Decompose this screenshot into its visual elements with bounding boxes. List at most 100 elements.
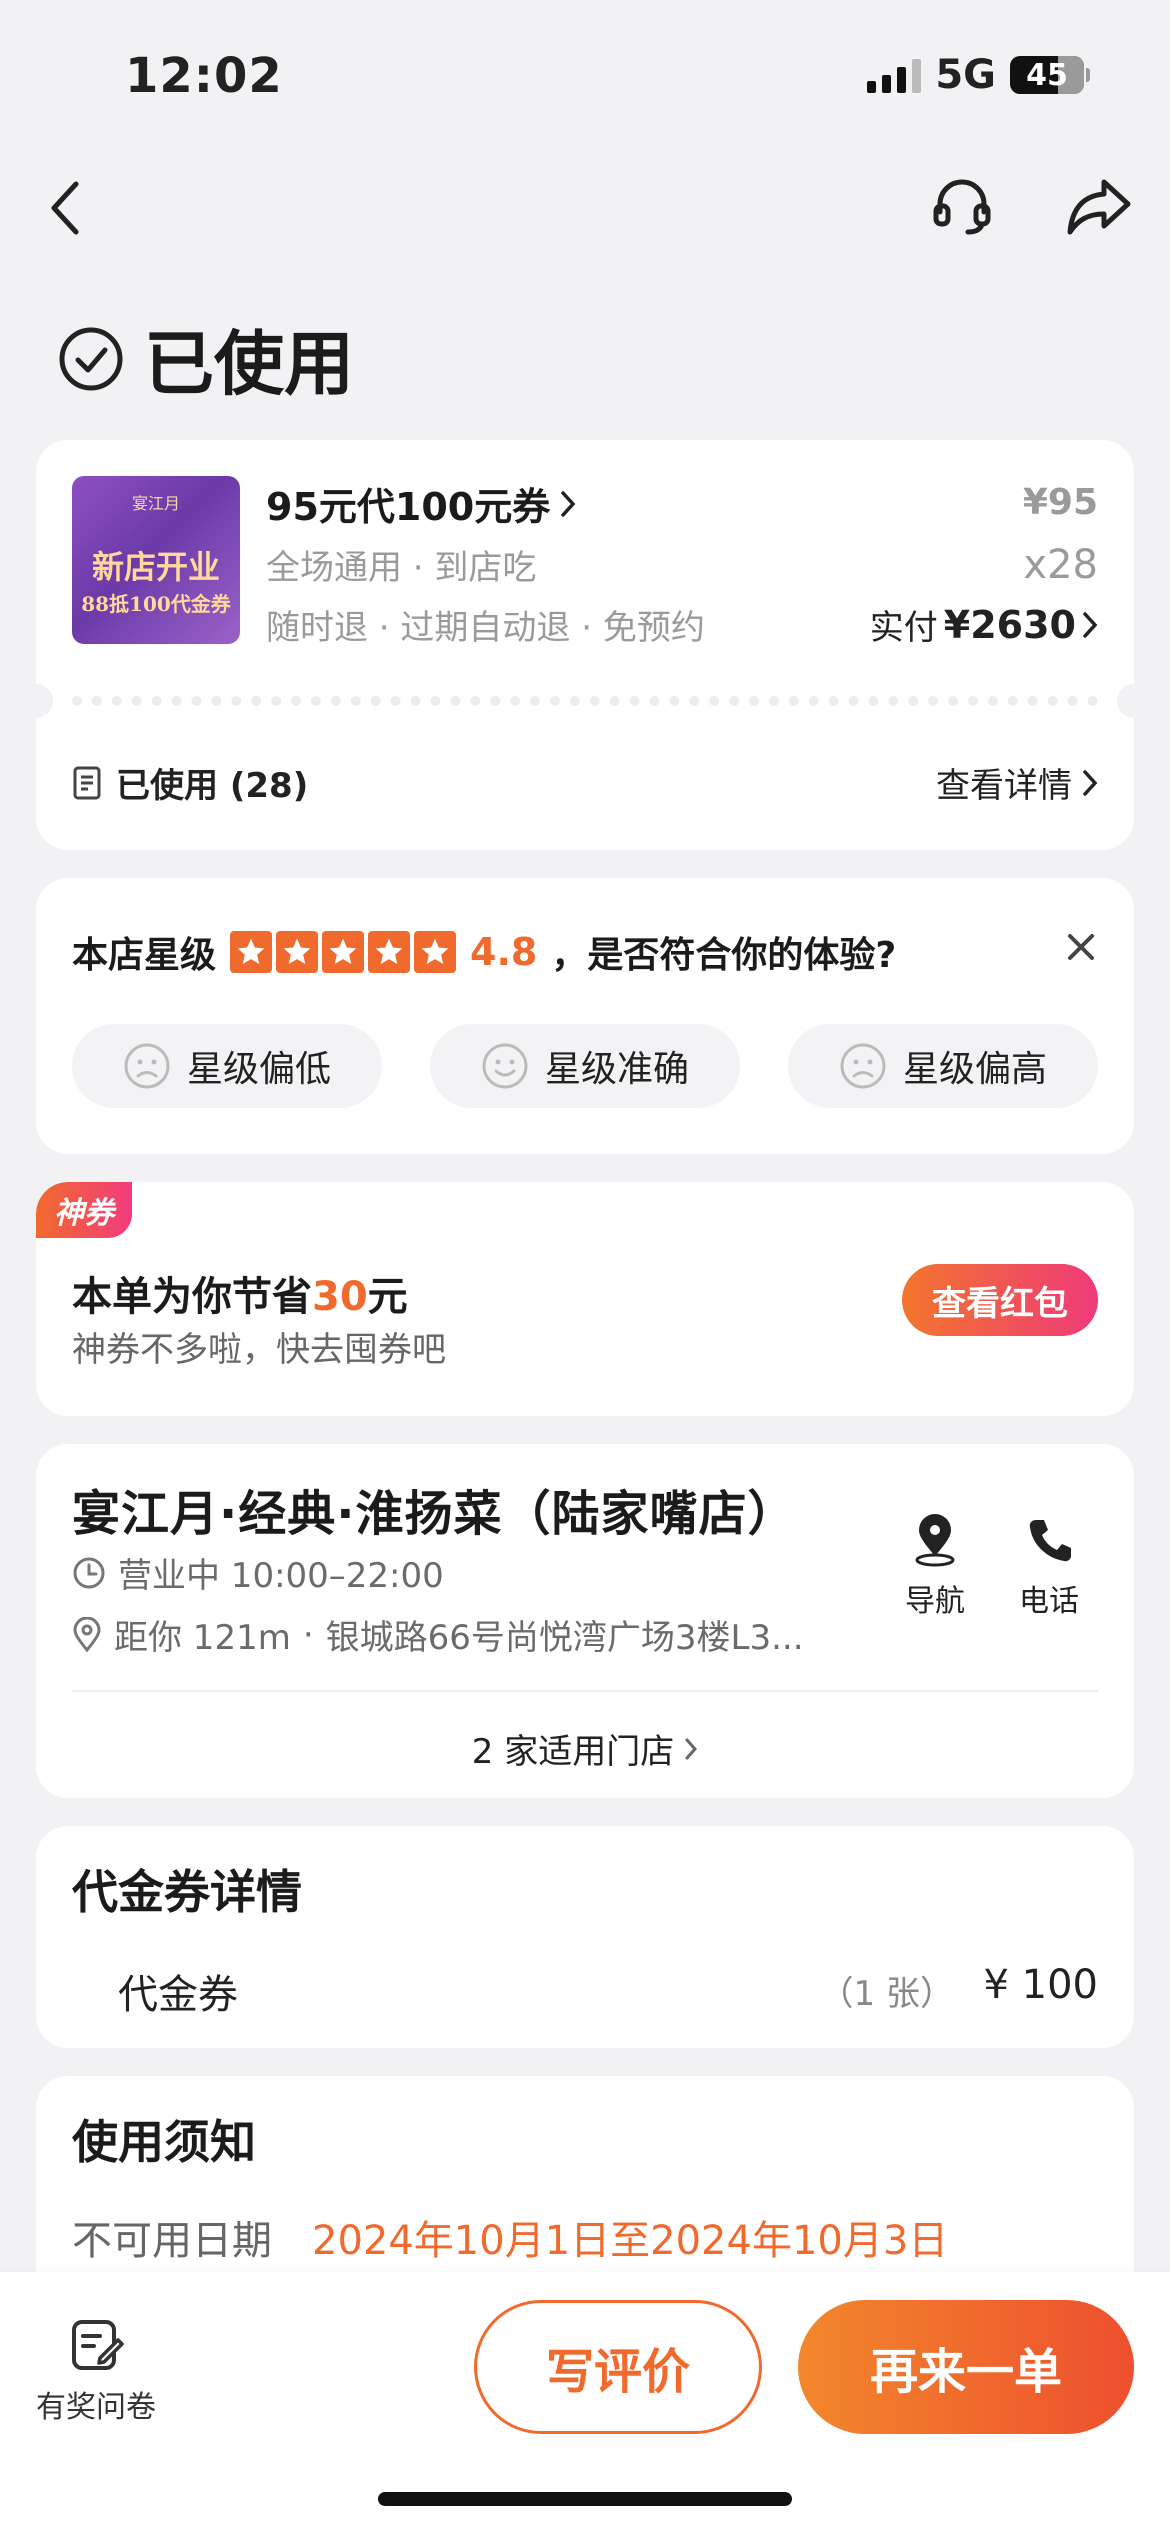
- survey-icon: [72, 2320, 124, 2370]
- voucher-item-value: ¥ 100: [983, 1962, 1098, 2008]
- savings-prefix: 本单为你节省: [72, 1274, 312, 1320]
- voucher-item-name: 代金券: [118, 1972, 238, 2018]
- store-card: 宴江月·经典·淮扬菜（陆家嘴店） 营业中 10:00–22:00 距你 121m…: [36, 1444, 1134, 1798]
- promo-subtitle: 神券不多啦，快去囤券吧: [72, 1330, 446, 1370]
- check-circle-icon: [59, 327, 123, 390]
- status-time: 12:02: [125, 48, 283, 104]
- navigation-icon: [915, 1514, 955, 1567]
- coupon-name-text: 95元代100元券: [266, 485, 551, 529]
- rating-card: 本店星级 4.8 ，是否符合你的体验? 星级偏低 星级准确 星级偏高: [36, 878, 1134, 1154]
- happy-face-icon: [482, 1043, 528, 1089]
- rating-high-button[interactable]: 星级偏高: [788, 1024, 1098, 1108]
- phone-icon: [1029, 1520, 1071, 1562]
- home-indicator: [378, 2492, 792, 2506]
- rating-accurate-button[interactable]: 星级准确: [430, 1024, 740, 1108]
- call-label: 电话: [1019, 1584, 1079, 1619]
- star-icon: [322, 931, 365, 973]
- unavailable-dates-label: 不可用日期: [72, 2218, 272, 2264]
- chevron-right-icon: [1083, 611, 1098, 638]
- rating-score: 4.8: [470, 930, 538, 974]
- coupon-image-brand: 宴江月: [131, 494, 180, 513]
- unavailable-dates: 2024年10月1日至2024年10月3日: [312, 2218, 949, 2264]
- voucher-detail-title: 代金券详情: [72, 1865, 302, 1919]
- coupon-tag: 神券: [36, 1182, 132, 1238]
- battery-level: 45: [1026, 57, 1068, 93]
- rating-high-label: 星级偏高: [902, 1049, 1047, 1090]
- store-hours-row: 营业中 10:00–22:00: [72, 1548, 444, 1597]
- rating-label: 本店星级: [72, 935, 217, 976]
- used-count: 已使用 (28): [116, 766, 309, 806]
- savings-amount: 30: [312, 1274, 368, 1320]
- rating-low-button[interactable]: 星级偏低: [72, 1024, 382, 1108]
- unit-price: ¥95: [1022, 482, 1098, 523]
- signal-icon: [867, 57, 922, 93]
- navigate-button[interactable]: 导航: [890, 1514, 980, 1620]
- coupon-image[interactable]: 宴江月 新店开业 88抵100代金券: [72, 476, 240, 644]
- rating-accurate-label: 星级准确: [544, 1049, 689, 1090]
- coupon-image-sub: 88抵100代金券: [81, 592, 231, 616]
- order-card: 宴江月 新店开业 88抵100代金券 95元代100元券 全场通用 · 到店吃 …: [19, 440, 1151, 850]
- store-name[interactable]: 宴江月·经典·淮扬菜（陆家嘴店）: [72, 1474, 796, 1544]
- promo-card: 神券 本单为你节省30元 神券不多啦，快去囤券吧 查看红包: [36, 1182, 1134, 1416]
- applicable-stores-text: 2 家适用门店: [471, 1732, 675, 1772]
- savings-text: 本单为你节省30元: [72, 1264, 408, 1322]
- call-button[interactable]: 电话: [1004, 1514, 1094, 1620]
- unhappy-face-icon: [124, 1043, 170, 1089]
- paid-amount: ¥2630: [943, 602, 1076, 647]
- status-indicators: 5G 45: [867, 52, 1090, 98]
- receipt-icon: [73, 766, 101, 799]
- coupon-image-title: 新店开业: [91, 548, 220, 586]
- survey-label: 有奖问卷: [36, 2390, 156, 2425]
- star-rating: [230, 931, 457, 973]
- order-status-header: 已使用: [58, 308, 354, 409]
- paid-label: 实付: [869, 608, 938, 648]
- view-red-packet-button[interactable]: 查看红包: [902, 1264, 1098, 1336]
- used-count-row: 已使用 (28): [72, 758, 308, 807]
- rating-question: ，是否符合你的体验?: [551, 935, 897, 976]
- star-icon: [230, 931, 273, 973]
- quantity: x28: [1023, 542, 1098, 588]
- customer-service-icon[interactable]: [930, 174, 994, 242]
- coupon-scope: 全场通用 · 到店吃: [266, 548, 537, 588]
- coupon-policy: 随时退 · 过期自动退 · 免预约: [266, 608, 705, 648]
- paid-amount-row[interactable]: 实付 ¥2630: [870, 600, 1098, 649]
- ticket-notch-right: [1117, 684, 1151, 718]
- divider: [72, 1690, 1098, 1692]
- order-again-button[interactable]: 再来一单: [798, 2300, 1134, 2434]
- coupon-name[interactable]: 95元代100元券: [266, 476, 576, 531]
- view-details-link[interactable]: 查看详情: [936, 758, 1098, 807]
- network-label: 5G: [935, 52, 996, 98]
- voucher-item-count: （1 张）: [819, 1974, 954, 2014]
- share-icon[interactable]: [1066, 176, 1134, 240]
- applicable-stores-link[interactable]: 2 家适用门店: [36, 1724, 1134, 1773]
- dotted-divider: [72, 696, 1098, 706]
- store-address-row[interactable]: 距你 121m · 银城路66号尚悦湾广场3楼L3...: [72, 1610, 804, 1659]
- ticket-notch-left: [19, 684, 53, 718]
- star-icon: [368, 931, 411, 973]
- back-icon[interactable]: [46, 178, 86, 242]
- view-details-text: 查看详情: [936, 766, 1072, 806]
- rating-low-label: 星级偏低: [186, 1049, 331, 1090]
- separator-dot: ·: [302, 1614, 314, 1655]
- chevron-right-icon: [685, 1738, 698, 1759]
- star-icon: [276, 931, 319, 973]
- unhappy-face-icon: [840, 1043, 886, 1089]
- clock-icon: [73, 1557, 105, 1588]
- store-distance: 距你 121m: [114, 1618, 291, 1658]
- battery-icon: 45: [1010, 56, 1090, 94]
- navigate-label: 导航: [905, 1584, 965, 1619]
- close-icon[interactable]: [1064, 930, 1098, 968]
- voucher-detail-card: 代金券详情 代金券 （1 张） ¥ 100: [36, 1826, 1134, 2048]
- page-title: 已使用: [144, 323, 354, 405]
- chevron-right-icon: [1083, 769, 1098, 796]
- survey-button[interactable]: 有奖问卷: [36, 2316, 156, 2426]
- store-address: 银城路66号尚悦湾广场3楼L3...: [325, 1618, 804, 1658]
- bottom-action-bar: 有奖问卷 写评价 再来一单: [0, 2272, 1170, 2532]
- savings-suffix: 元: [367, 1274, 408, 1320]
- store-hours: 营业中 10:00–22:00: [118, 1556, 444, 1596]
- star-icon: [414, 931, 457, 973]
- chevron-right-icon: [561, 490, 576, 517]
- rating-row: 本店星级 4.8 ，是否符合你的体验?: [72, 926, 896, 978]
- location-pin-icon: [73, 1616, 101, 1652]
- write-review-button[interactable]: 写评价: [474, 2300, 762, 2434]
